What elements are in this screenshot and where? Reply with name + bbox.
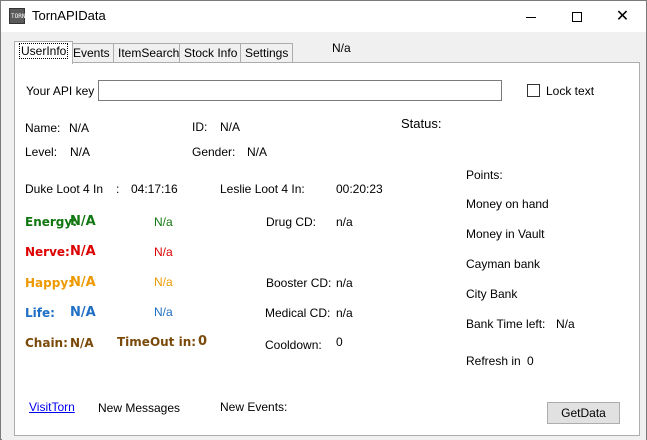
booster-cd-value: n/a (336, 276, 353, 290)
userinfo-panel: Your API key Lock text Name: N/A ID: N/A… (14, 62, 640, 436)
window-title: TornAPIData (32, 8, 106, 23)
tab-label: Stock Info (184, 46, 238, 60)
nerve-full: N/a (154, 245, 173, 259)
life-full: N/a (154, 305, 173, 319)
status-label: Status: (401, 116, 442, 131)
visit-torn-link[interactable]: VisitTorn (29, 400, 75, 414)
bank-time-value: N/a (556, 317, 575, 331)
maximize-button[interactable] (554, 1, 599, 31)
gender-label: Gender: (192, 145, 236, 159)
drug-cd-label: Drug CD: (266, 215, 317, 229)
tab-label: Events (73, 46, 110, 60)
minimize-button[interactable] (508, 1, 553, 31)
cooldown-value: 0 (336, 335, 343, 349)
app-icon: TORN (9, 8, 25, 24)
refresh-label: Refresh in (466, 354, 521, 368)
new-messages-label: New Messages (98, 401, 181, 415)
duke-loot-time: 04:17:16 (131, 182, 178, 196)
timeout-label: TimeOut in: (117, 335, 197, 349)
chain-label: Chain: (25, 336, 68, 350)
minimize-icon (525, 16, 536, 18)
tab-label: ItemSearch (118, 46, 180, 60)
tab-settings[interactable]: Settings (240, 43, 294, 63)
chain-value: N/A (70, 336, 94, 350)
tab-userinfo[interactable]: UserInfo (14, 41, 74, 64)
tab-events[interactable]: Events (68, 43, 115, 63)
happy-full: N/a (154, 275, 173, 289)
timeout-value: 0 (198, 334, 208, 349)
medical-cd-value: n/a (336, 306, 353, 320)
duke-loot-label: Duke Loot 4 In (25, 182, 104, 196)
name-label: Name: (25, 121, 61, 135)
getdata-button[interactable]: GetData (547, 402, 620, 424)
drug-cd-value: n/a (336, 215, 353, 229)
points-label: Points: (466, 168, 503, 182)
tab-label: Settings (245, 46, 289, 60)
maximize-icon (571, 12, 582, 23)
nerve-value: N/A (70, 244, 96, 259)
cooldown-label: Cooldown: (265, 338, 322, 352)
tab-stock-info[interactable]: Stock Info (179, 43, 243, 63)
close-icon: ✕ (615, 6, 630, 25)
medical-cd-label: Medical CD: (265, 306, 331, 320)
tab-label: UserInfo (19, 43, 69, 59)
leslie-loot-time: 00:20:23 (336, 182, 383, 196)
header-status: N/a (332, 41, 351, 55)
id-value: N/A (220, 120, 241, 134)
life-value: N/A (70, 305, 96, 320)
booster-cd-label: Booster CD: (266, 276, 332, 290)
energy-full: N/a (154, 215, 173, 229)
level-value: N/A (70, 145, 91, 159)
money-on-hand-label: Money on hand (466, 197, 549, 211)
api-key-label: Your API key (26, 84, 95, 98)
money-in-vault-label: Money in Vault (466, 227, 545, 241)
client-area: UserInfo Events ItemSearch Stock Info Se… (2, 32, 646, 440)
app-window: TORN TornAPIData ✕ UserInfo Events ItemS… (0, 0, 647, 440)
lock-text-label: Lock text (546, 84, 595, 98)
duke-loot-separator: : (116, 182, 120, 196)
nerve-label: Nerve: (25, 245, 70, 259)
energy-value: N/A (70, 214, 96, 229)
close-button[interactable]: ✕ (600, 1, 645, 31)
lock-text-checkbox[interactable] (527, 84, 540, 97)
cayman-bank-label: Cayman bank (466, 257, 541, 271)
new-events-label: New Events: (220, 400, 288, 414)
api-key-input[interactable] (98, 80, 502, 101)
gender-value: N/A (247, 145, 268, 159)
life-label: Life: (25, 306, 55, 320)
happy-label: Happy: (25, 276, 73, 290)
level-label: Level: (25, 145, 58, 159)
id-label: ID: (192, 120, 208, 134)
happy-value: N/A (70, 275, 96, 290)
leslie-loot-label: Leslie Loot 4 In: (220, 182, 305, 196)
city-bank-label: City Bank (466, 287, 518, 301)
name-value: N/A (69, 121, 90, 135)
tab-itemsearch[interactable]: ItemSearch (113, 43, 185, 63)
title-bar: TORN TornAPIData ✕ (1, 1, 646, 32)
bank-time-label: Bank Time left: (466, 317, 546, 331)
refresh-value: 0 (527, 354, 534, 368)
app-icon-text: TORN (11, 13, 26, 20)
